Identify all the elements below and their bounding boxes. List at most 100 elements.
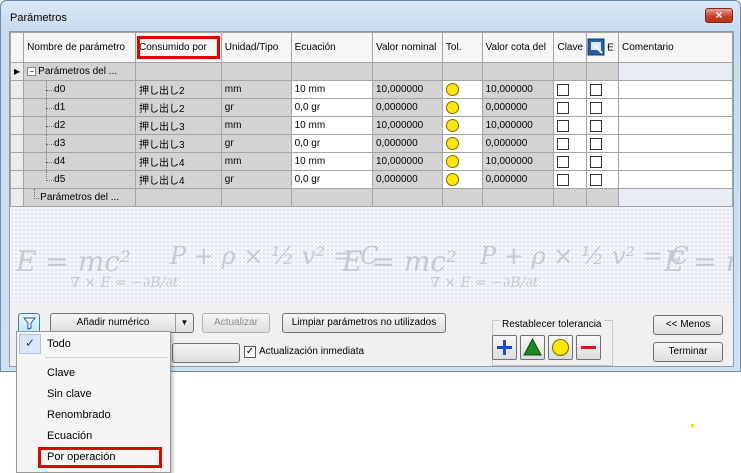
less-button[interactable]: << Menos [653,315,723,335]
export-cell[interactable] [586,170,619,189]
menu-item-renamed[interactable]: Renombrado [47,409,111,421]
key-checkbox[interactable] [557,101,570,114]
menu-item-equation[interactable]: Ecuación [47,430,92,442]
update-button[interactable]: Actualizar [202,313,270,333]
export-checkbox[interactable] [590,155,603,168]
stray-dot [691,424,694,427]
table-header-row: Nombre de parámetro Consumido por Unidad… [10,32,733,63]
equation-cell[interactable]: 0,0 gr [290,98,373,117]
group-label-cell[interactable]: − Parámetros del ... [23,62,137,81]
unit-cell: mm [220,80,292,99]
column-header-comment[interactable]: Comentario [617,32,733,63]
table-row[interactable]: d4 押し出し4 mm 10 mm 10,000000 10,000000 [10,152,733,171]
comment-cell[interactable] [617,80,733,99]
key-cell[interactable] [553,116,588,135]
add-numeric-button[interactable]: Añadir numérico ▼ [50,313,194,333]
key-checkbox[interactable] [557,83,570,96]
key-cell[interactable] [553,98,588,117]
key-cell[interactable] [553,152,588,171]
tolerance-median-button[interactable] [520,335,545,360]
equation-cell[interactable]: 0,0 gr [290,170,373,189]
tolerance-lower-button[interactable] [576,335,601,360]
key-checkbox[interactable] [557,137,570,150]
tolerance-cell[interactable] [441,98,483,117]
comment-cell[interactable] [617,98,733,117]
menu-item-key[interactable]: Clave [47,367,75,379]
comment-cell[interactable] [617,170,733,189]
tolerance-cell[interactable] [441,170,483,189]
column-header-model-value[interactable]: Valor cota del [481,32,555,63]
export-checkbox[interactable] [590,101,603,114]
comment-cell[interactable] [617,116,733,135]
column-header-name[interactable]: Nombre de parámetro [23,32,137,63]
param-name-cell[interactable]: d5 [54,174,65,185]
key-checkbox[interactable] [557,119,570,132]
column-header-consumed-by[interactable]: Consumido por [135,32,222,63]
param-name-cell[interactable]: d4 [54,156,65,167]
immediate-update-label: Actualización inmediata [259,346,365,357]
export-checkbox[interactable] [590,173,603,186]
comment-cell[interactable] [617,152,733,171]
equation-cell[interactable]: 0,0 gr [290,134,373,153]
column-header-export[interactable]: E [586,32,619,63]
param-name-cell[interactable]: d2 [54,120,65,131]
key-cell[interactable] [553,170,588,189]
export-cell[interactable] [586,116,619,135]
table-row[interactable]: d1 押し出し2 gr 0,0 gr 0,000000 0,000000 [10,98,733,117]
export-cell[interactable] [586,134,619,153]
export-cell[interactable] [586,98,619,117]
group-row-model-parameters[interactable]: ▶ − Parámetros del ... [10,62,733,81]
hidden-behind-menu-button[interactable] [172,343,240,363]
tolerance-cell[interactable] [441,152,483,171]
tolerance-upper-button[interactable] [492,335,517,360]
done-button[interactable]: Terminar [653,342,723,362]
menu-item-non-key[interactable]: Sin clave [47,388,92,400]
column-header-nominal[interactable]: Valor nominal [371,32,443,63]
tolerance-cell[interactable] [441,80,483,99]
table-row[interactable]: d5 押し出し4 gr 0,0 gr 0,000000 0,000000 [10,170,733,189]
export-checkbox[interactable] [590,83,603,96]
group-row-user-parameters[interactable]: Parámetros del ... [10,188,733,207]
chevron-down-icon[interactable]: ▼ [175,314,193,332]
export-checkbox[interactable] [590,137,603,150]
consumed-by-cell: 押し出し2 [135,80,222,99]
column-header-key[interactable]: Clave [553,32,588,63]
param-name-cell[interactable]: d0 [54,84,65,95]
key-cell[interactable] [553,80,588,99]
equation-cell[interactable]: 10 mm [290,152,373,171]
tolerance-cell[interactable] [441,134,483,153]
menu-item-all[interactable]: Todo [47,338,71,350]
table-row[interactable]: d2 押し出し3 mm 10 mm 10,000000 10,000000 [10,116,733,135]
export-cell[interactable] [586,80,619,99]
key-checkbox[interactable] [557,155,570,168]
tolerance-nominal-button[interactable] [548,335,573,360]
column-header-tolerance[interactable]: Tol. [441,32,483,63]
export-suffix: E [607,42,614,54]
close-button[interactable]: × [705,8,733,23]
purge-unused-button[interactable]: Limpiar parámetros no utilizados [282,313,446,333]
column-header-unit[interactable]: Unidad/Tipo [220,32,292,63]
consumed-by-cell: 押し出し4 [135,152,222,171]
collapse-icon[interactable]: − [27,66,37,76]
table-row[interactable]: d3 押し出し3 gr 0,0 gr 0,000000 0,000000 [10,134,733,153]
immediate-update-checkbox[interactable]: ✓ [244,346,256,358]
parameters-window: Parámetros × E = mc² P + ρ × ½ v² = C E … [0,0,741,372]
equation-cell[interactable]: 10 mm [290,80,373,99]
key-checkbox[interactable] [557,173,570,186]
tolerance-cell[interactable] [441,116,483,135]
export-cell[interactable] [586,152,619,171]
equation-cell[interactable]: 10 mm [290,116,373,135]
watermark-formula: E = mc [664,245,733,278]
key-cell[interactable] [553,134,588,153]
nominal-cell: 10,000000 [371,152,443,171]
group-label-cell[interactable]: Parámetros del ... [40,192,119,203]
column-header-equation[interactable]: Ecuación [290,32,373,63]
window-title: Parámetros [10,12,67,24]
minus-icon [581,346,596,349]
table-row[interactable]: d0 押し出し2 mm 10 mm 10,000000 10,000000 [10,80,733,99]
param-name-cell[interactable]: d1 [54,102,65,113]
param-name-cell[interactable]: d3 [54,138,65,149]
export-checkbox[interactable] [590,119,603,132]
model-value-cell: 0,000000 [481,170,555,189]
comment-cell[interactable] [617,134,733,153]
